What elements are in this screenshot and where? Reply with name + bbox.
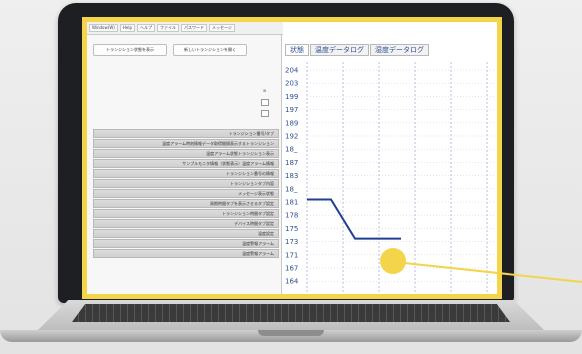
y-tick-label: 175	[285, 225, 298, 233]
tab-humidity-log[interactable]: 湿度データログ	[370, 44, 429, 56]
y-tick-label: 178	[285, 212, 298, 220]
tab-status[interactable]: 状態	[285, 44, 309, 56]
list-item[interactable]: デバイス時間タブ設定	[93, 219, 279, 228]
product-showcase: Window(W) Help ヘルプ ファイル パスワード メッセージ トランジ…	[0, 0, 582, 354]
tab-temperature-log[interactable]: 温度データログ	[310, 44, 369, 56]
menu-item-help-jp[interactable]: ヘルプ	[136, 24, 155, 32]
list-item[interactable]: トランジションタブ内容	[93, 179, 279, 188]
y-tick-label: 203	[285, 80, 298, 88]
y-tick-label: 204	[285, 67, 299, 75]
laptop-notch	[258, 330, 324, 336]
list-item[interactable]: 温度アラーム状態トランジション表示	[93, 149, 279, 158]
y-tick-label: 189	[285, 119, 298, 127]
checkbox-1[interactable]	[261, 99, 269, 106]
left-panel: Window(W) Help ヘルプ ファイル パスワード メッセージ トランジ…	[87, 22, 283, 294]
checkbox-2[interactable]	[261, 110, 269, 117]
list-item[interactable]: 温度警報アラーム	[93, 239, 279, 248]
list-item[interactable]: トランジション時間タブ設定	[93, 209, 279, 218]
menu-item-help[interactable]: Help	[119, 24, 135, 32]
temperature-series-line	[307, 198, 401, 240]
settings-list: トランジション番号/タブ 温度アラーム時刻情報データ取得間隔表示するトランジショ…	[93, 129, 279, 259]
menu-bar: Window(W) Help ヘルプ ファイル パスワード メッセージ	[87, 22, 283, 35]
list-item[interactable]: トランジション番号の情報	[93, 169, 279, 178]
menu-item-message[interactable]: メッセージ	[208, 24, 235, 32]
list-item[interactable]: サンプルモニタ情報（状態表示）温度アラーム情報	[93, 159, 279, 168]
tab-bar: 状態 温度データログ 湿度データログ	[285, 44, 429, 56]
list-item[interactable]: トランジション番号/タブ	[93, 129, 279, 138]
y-tick-label: 167	[285, 265, 298, 273]
right-panel: 状態 温度データログ 湿度データログ 204 203 199 197 189 192 18_…	[283, 22, 497, 294]
laptop-base	[0, 300, 582, 348]
grid-icon[interactable]: ⊞	[263, 88, 266, 93]
list-item[interactable]: 温度設定	[93, 229, 279, 238]
list-item[interactable]: 温度警報アラーム	[93, 249, 279, 258]
menu-item-password[interactable]: パスワード	[180, 24, 207, 32]
y-tick-label: 173	[285, 238, 298, 246]
laptop-keyboard	[72, 304, 510, 322]
app-screen: Window(W) Help ヘルプ ファイル パスワード メッセージ トランジ…	[82, 17, 502, 299]
list-item[interactable]: 温度アラーム時刻情報データ取得間隔表示するトランジション	[93, 139, 279, 148]
y-tick-label: 187	[285, 159, 298, 167]
open-transition-button[interactable]: 新しいトランジションを開く	[173, 44, 247, 56]
menu-item-file[interactable]: ファイル	[156, 24, 179, 32]
y-tick-label: 199	[285, 93, 298, 101]
y-tick-label: 181	[285, 199, 298, 207]
list-item[interactable]: メッセージ表示状態	[93, 189, 279, 198]
y-tick-label: 171	[285, 251, 298, 259]
y-tick-label: 183	[285, 172, 298, 180]
show-transition-button[interactable]: トランジション状態を表示	[93, 44, 167, 56]
y-tick-label: 192	[285, 133, 298, 141]
y-tick-label: 164	[285, 278, 299, 286]
action-buttons: トランジション状態を表示 新しいトランジションを開く	[93, 44, 247, 56]
y-tick-label: 18_	[285, 146, 298, 154]
y-tick-label: 18_	[285, 185, 298, 193]
y-tick-label: 197	[285, 106, 298, 114]
menu-item-window[interactable]: Window(W)	[89, 24, 118, 32]
temperature-chart: 204 203 199 197 189 192 18_ 187 183 18_ 181 178 175 1…	[285, 62, 495, 294]
list-item[interactable]: 周期時間タブを表示させるタブ設定	[93, 199, 279, 208]
